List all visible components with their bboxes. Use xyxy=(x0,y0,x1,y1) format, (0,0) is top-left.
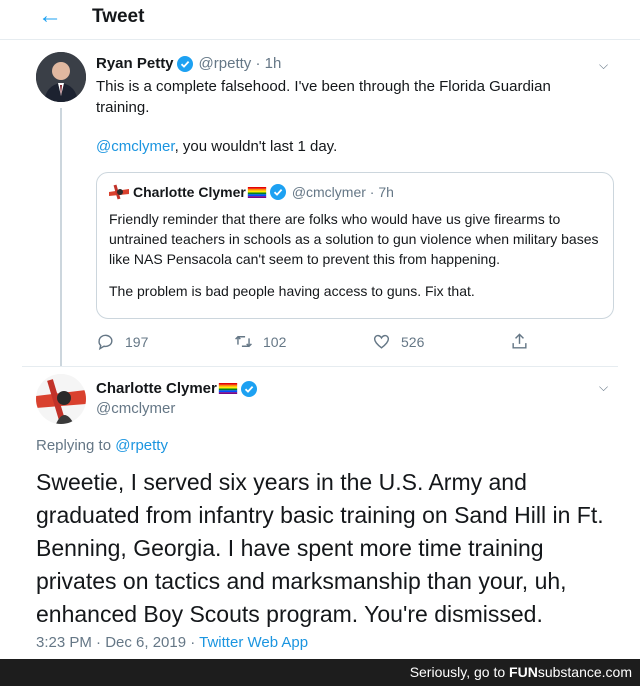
avatar[interactable] xyxy=(36,374,86,424)
tweet-meta: 3:23 PM · Dec 6, 2019 · Twitter Web App xyxy=(36,634,308,651)
reply-count: 197 xyxy=(125,333,149,350)
author-name[interactable]: Ryan Petty xyxy=(96,55,174,72)
brand-fun: FUN xyxy=(509,664,538,680)
watermark-footer: Seriously, go to FUNsubstance.com xyxy=(0,659,640,686)
arrow-left-icon[interactable]: ← xyxy=(38,4,62,28)
quoted-paragraph: The problem is bad people having access … xyxy=(109,283,475,299)
timestamp[interactable]: 3:23 PM · Dec 6, 2019 · xyxy=(36,634,199,651)
main-tweet-author[interactable]: Charlotte Clymer xyxy=(96,380,257,397)
tweet-actions: 197 102 526 xyxy=(96,332,536,356)
quoted-author-name: Charlotte Clymer xyxy=(133,184,246,200)
author-name[interactable]: Charlotte Clymer xyxy=(96,380,217,397)
divider xyxy=(22,366,618,367)
brand-rest: substance xyxy=(537,664,602,680)
chevron-down-icon[interactable]: ⌵ xyxy=(599,58,608,73)
parent-tweet-text: This is a complete falsehood. I've been … xyxy=(96,76,616,118)
parent-tweet-mention-line: @cmclymer, you wouldn't last 1 day. xyxy=(96,136,337,157)
retweet-icon xyxy=(235,335,252,348)
replying-prefix: Replying to xyxy=(36,437,116,454)
quoted-tweet-text: Friendly reminder that there are folks w… xyxy=(109,209,605,301)
heart-icon xyxy=(373,334,390,349)
source-app-link[interactable]: Twitter Web App xyxy=(199,634,308,651)
quoted-paragraph: Friendly reminder that there are folks w… xyxy=(109,211,599,267)
replying-to-link[interactable]: @rpetty xyxy=(115,437,168,454)
quoted-tweet-author: Charlotte Clymer @cmclymer · 7h xyxy=(109,183,394,201)
brand-tld: .com xyxy=(601,664,632,680)
verified-badge-icon xyxy=(176,55,193,72)
parent-text-line: This is a complete falsehood. I've been … xyxy=(96,78,551,95)
parent-tweet-author[interactable]: Ryan Petty @rpetty · 1h xyxy=(96,55,281,72)
rainbow-flag-icon xyxy=(218,383,238,394)
like-count: 526 xyxy=(401,333,425,350)
parent-text-line: training. xyxy=(96,99,150,116)
retweet-button[interactable]: 102 xyxy=(234,332,286,351)
tweet-header: ← Tweet xyxy=(0,0,640,40)
main-tweet-text: Sweetie, I served six years in the U.S. … xyxy=(36,469,604,627)
share-button[interactable] xyxy=(510,332,539,351)
share-icon xyxy=(512,333,527,349)
watermark-brand[interactable]: FUNsubstance.com xyxy=(509,664,632,680)
quoted-tweet[interactable]: Charlotte Clymer @cmclymer · 7h Friendly… xyxy=(96,172,614,319)
author-handle[interactable]: @cmclymer xyxy=(96,400,175,417)
rainbow-flag-icon xyxy=(247,186,266,198)
thread-line xyxy=(60,108,62,366)
verified-badge-icon xyxy=(240,380,257,397)
retweet-count: 102 xyxy=(263,333,287,350)
like-button[interactable]: 526 xyxy=(372,332,424,351)
chevron-down-icon[interactable]: ⌵ xyxy=(599,380,608,395)
page-title: Tweet xyxy=(92,6,145,27)
author-handle-time: @rpetty · 1h xyxy=(198,55,282,72)
mention-link[interactable]: @cmclymer xyxy=(96,138,175,155)
replying-to: Replying to @rpetty xyxy=(36,437,168,454)
reply-button[interactable]: 197 xyxy=(96,332,148,351)
mini-avatar-icon xyxy=(109,183,129,201)
mention-rest: , you wouldn't last 1 day. xyxy=(174,138,338,155)
reply-icon xyxy=(98,334,113,351)
watermark-text: Seriously, go to FUNsubstance.com xyxy=(410,664,632,680)
verified-badge-icon xyxy=(269,184,286,200)
avatar[interactable] xyxy=(36,52,86,102)
watermark-prefix: Seriously, go to xyxy=(409,664,510,680)
quoted-handle-time: @cmclymer · 7h xyxy=(291,184,394,200)
